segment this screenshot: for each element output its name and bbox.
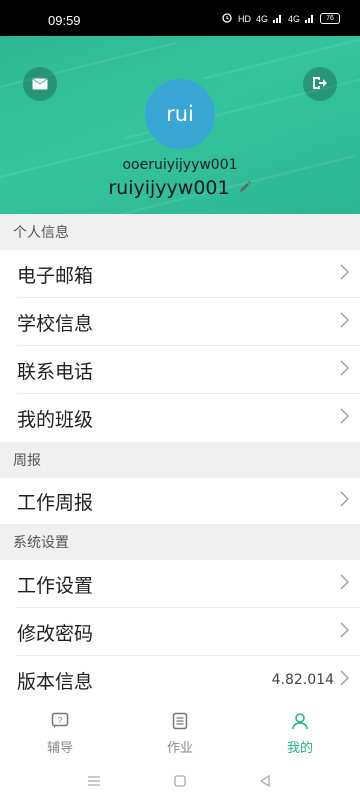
version-value: 4.82.014 bbox=[271, 672, 334, 688]
svg-text:?: ? bbox=[58, 716, 63, 725]
display-name: ruiyijyyw001 bbox=[108, 177, 230, 199]
chevron-right-icon bbox=[340, 622, 349, 642]
nav-label: 辅导 bbox=[46, 741, 73, 756]
profile-icon bbox=[291, 712, 309, 734]
avatar[interactable]: rui bbox=[145, 79, 215, 149]
nav-item-tutoring[interactable]: ? 辅导 bbox=[0, 704, 120, 762]
chevron-right-icon bbox=[340, 408, 349, 428]
signal-1-label: 4G bbox=[255, 13, 268, 24]
nav-item-homework[interactable]: 作业 bbox=[120, 704, 240, 762]
back-button[interactable] bbox=[255, 771, 275, 791]
mail-button[interactable] bbox=[23, 67, 57, 101]
nav-label: 我的 bbox=[286, 741, 313, 756]
row-label: 我的班级 bbox=[17, 408, 94, 431]
status-bar: 09:59 HD 4G 4G 76 bbox=[0, 0, 360, 36]
alarm-icon bbox=[221, 12, 233, 25]
row-version-info[interactable]: 版本信息 4.82.014 bbox=[0, 656, 360, 704]
row-label: 工作周报 bbox=[17, 491, 94, 514]
section-header-system: 系统设置 bbox=[0, 524, 360, 560]
status-icons: HD 4G 4G 76 bbox=[221, 12, 340, 25]
chevron-right-icon bbox=[340, 312, 349, 332]
nav-item-profile[interactable]: 我的 bbox=[240, 704, 360, 762]
row-right: 4.82.014 bbox=[272, 670, 349, 690]
logout-button[interactable] bbox=[303, 67, 337, 101]
profile-header: rui ooeruiyijyyw001 ruiyijyyw001 bbox=[0, 36, 360, 214]
bottom-nav: ? 辅导 作业 我的 bbox=[0, 704, 360, 762]
row-my-class[interactable]: 我的班级 bbox=[0, 394, 360, 442]
system-nav-bar bbox=[0, 762, 360, 800]
tutoring-icon: ? bbox=[51, 712, 69, 734]
row-label: 联系电话 bbox=[17, 360, 94, 383]
row-label: 修改密码 bbox=[17, 622, 94, 645]
chevron-right-icon bbox=[340, 264, 349, 284]
row-label: 学校信息 bbox=[17, 312, 94, 335]
row-label: 工作设置 bbox=[17, 574, 94, 597]
row-work-settings[interactable]: 工作设置 bbox=[0, 560, 360, 608]
section-header-personal: 个人信息 bbox=[0, 214, 360, 250]
mail-icon bbox=[32, 75, 48, 94]
row-phone[interactable]: 联系电话 bbox=[0, 346, 360, 394]
name-row: ruiyijyyw001 bbox=[0, 177, 360, 199]
menu-button[interactable] bbox=[84, 771, 104, 791]
back-icon bbox=[259, 772, 271, 791]
chevron-right-icon bbox=[340, 360, 349, 380]
battery-icon: 76 bbox=[320, 13, 340, 24]
row-weekly-report[interactable]: 工作周报 bbox=[0, 478, 360, 524]
section-title: 周报 bbox=[13, 453, 41, 469]
home-icon bbox=[174, 772, 186, 791]
home-button[interactable] bbox=[170, 771, 190, 791]
chevron-right-icon bbox=[340, 491, 349, 511]
signal-2-label: 4G bbox=[287, 13, 300, 24]
section-title: 系统设置 bbox=[13, 535, 69, 551]
section-title: 个人信息 bbox=[13, 225, 69, 241]
status-time: 09:59 bbox=[48, 13, 81, 28]
row-school-info[interactable]: 学校信息 bbox=[0, 298, 360, 346]
avatar-text: rui bbox=[166, 102, 194, 126]
menu-icon bbox=[87, 772, 101, 791]
row-label: 电子邮箱 bbox=[17, 264, 94, 287]
signal-icon bbox=[272, 13, 283, 25]
row-change-password[interactable]: 修改密码 bbox=[0, 608, 360, 656]
nav-label: 作业 bbox=[166, 741, 193, 756]
logout-icon bbox=[312, 75, 328, 94]
chevron-right-icon bbox=[340, 574, 349, 594]
pencil-icon[interactable] bbox=[238, 179, 252, 198]
chevron-right-icon bbox=[340, 670, 349, 690]
section-header-weekly: 周报 bbox=[0, 442, 360, 478]
row-email[interactable]: 电子邮箱 bbox=[0, 250, 360, 298]
row-label: 版本信息 bbox=[17, 670, 94, 693]
homework-icon bbox=[171, 712, 189, 734]
network-type: HD bbox=[237, 13, 251, 24]
account-id: ooeruiyijyyw001 bbox=[122, 157, 238, 173]
signal-icon bbox=[305, 13, 315, 25]
